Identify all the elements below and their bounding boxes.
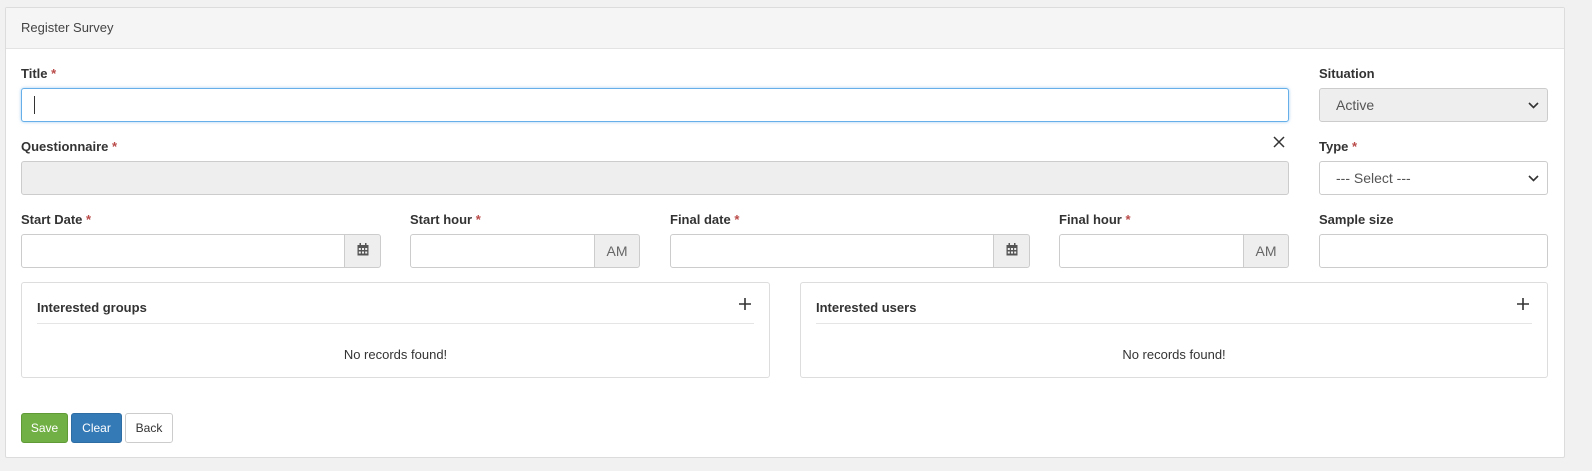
final-date-label: Final date * bbox=[670, 212, 739, 227]
users-empty-message: No records found! bbox=[1122, 347, 1226, 362]
add-user-button[interactable] bbox=[1517, 294, 1529, 314]
type-label-text: Type bbox=[1319, 139, 1349, 154]
plus-icon bbox=[739, 293, 751, 315]
type-select-value: --- Select --- bbox=[1336, 170, 1411, 186]
add-group-button[interactable] bbox=[739, 294, 751, 314]
required-marker: * bbox=[51, 66, 57, 81]
close-icon[interactable] bbox=[1273, 135, 1285, 153]
panel-header: Register Survey bbox=[6, 8, 1564, 49]
start-date-label-text: Start Date bbox=[21, 212, 83, 227]
questionnaire-label-text: Questionnaire bbox=[21, 139, 109, 154]
start-hour-label-text: Start hour bbox=[410, 212, 473, 227]
required-marker: * bbox=[1352, 139, 1358, 154]
final-hour-input[interactable] bbox=[1059, 234, 1244, 268]
sample-size-input[interactable] bbox=[1319, 234, 1548, 268]
start-date-label: Start Date * bbox=[21, 212, 91, 227]
questionnaire-label: Questionnaire * bbox=[21, 139, 117, 154]
required-marker: * bbox=[112, 139, 118, 154]
required-marker: * bbox=[1125, 212, 1131, 227]
situation-select-value: Active bbox=[1336, 97, 1375, 113]
page-title: Register Survey bbox=[21, 20, 114, 35]
situation-label-text: Situation bbox=[1319, 66, 1375, 81]
divider bbox=[37, 323, 754, 324]
interested-users-box: Interested users No records found! bbox=[800, 282, 1548, 378]
title-input[interactable] bbox=[21, 88, 1289, 122]
final-hour-period-text: AM bbox=[1255, 243, 1277, 259]
save-button[interactable]: Save bbox=[21, 413, 68, 443]
clear-button[interactable]: Clear bbox=[71, 413, 122, 443]
chevron-down-icon bbox=[1528, 98, 1539, 112]
interested-groups-box: Interested groups No records found! bbox=[21, 282, 770, 378]
start-hour-input[interactable] bbox=[410, 234, 595, 268]
calendar-icon bbox=[357, 243, 369, 259]
final-hour-period: AM bbox=[1243, 234, 1289, 268]
final-date-calendar-button[interactable] bbox=[993, 234, 1030, 268]
interested-groups-title: Interested groups bbox=[37, 300, 147, 315]
situation-label: Situation bbox=[1319, 66, 1375, 81]
groups-empty-message: No records found! bbox=[343, 347, 448, 362]
type-select[interactable]: --- Select --- bbox=[1319, 161, 1548, 195]
situation-select[interactable]: Active bbox=[1319, 88, 1548, 122]
final-hour-label-text: Final hour bbox=[1059, 212, 1122, 227]
back-button[interactable]: Back bbox=[125, 413, 173, 443]
start-hour-period: AM bbox=[594, 234, 640, 268]
final-hour-label: Final hour * bbox=[1059, 212, 1131, 227]
register-survey-panel: Register Survey Title * Situation Active… bbox=[5, 7, 1565, 458]
final-date-label-text: Final date bbox=[670, 212, 731, 227]
title-label: Title * bbox=[21, 66, 56, 81]
chevron-down-icon bbox=[1528, 171, 1539, 185]
final-date-input[interactable] bbox=[670, 234, 994, 268]
divider bbox=[816, 323, 1532, 324]
calendar-icon bbox=[1006, 243, 1018, 259]
required-marker: * bbox=[734, 212, 740, 227]
sample-size-label-text: Sample size bbox=[1319, 212, 1394, 227]
start-date-calendar-button[interactable] bbox=[344, 234, 381, 268]
title-label-text: Title bbox=[21, 66, 48, 81]
type-label: Type * bbox=[1319, 139, 1357, 154]
questionnaire-input[interactable] bbox=[21, 161, 1289, 195]
start-date-input[interactable] bbox=[21, 234, 345, 268]
text-cursor bbox=[34, 96, 35, 114]
sample-size-label: Sample size bbox=[1319, 212, 1393, 227]
start-hour-period-text: AM bbox=[606, 243, 628, 259]
interested-users-title: Interested users bbox=[816, 300, 917, 315]
required-marker: * bbox=[86, 212, 92, 227]
start-hour-label: Start hour * bbox=[410, 212, 481, 227]
required-marker: * bbox=[475, 212, 481, 227]
plus-icon bbox=[1517, 293, 1529, 315]
